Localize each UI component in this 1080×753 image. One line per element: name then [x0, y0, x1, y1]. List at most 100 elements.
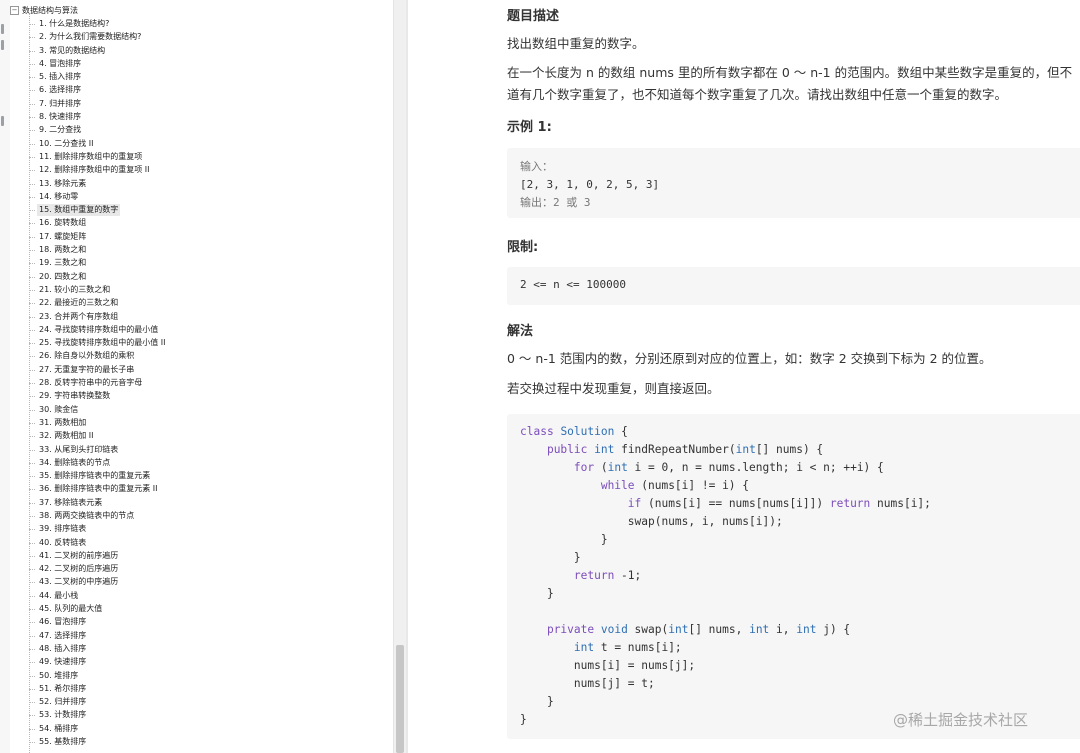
- heading-solution: 解法: [507, 324, 534, 339]
- tree-item-label: 45. 队列的最大值: [39, 604, 103, 614]
- example-block: 输入： [2, 3, 1, 0, 2, 5, 3] 输出：2 或 3: [507, 148, 1080, 218]
- tree-item[interactable]: 1. 什么是数据结构?: [10, 17, 390, 30]
- tree-item[interactable]: 16. 旋转数组: [10, 216, 390, 229]
- tree-item[interactable]: 17. 螺旋矩阵: [10, 230, 390, 243]
- tree-root-item[interactable]: − 数据结构与算法: [10, 4, 78, 17]
- tree-item[interactable]: 45. 队列的最大值: [10, 602, 390, 615]
- tree-item[interactable]: 52. 归并排序: [10, 695, 390, 708]
- code-line: public int findRepeatNumber(int[] nums) …: [520, 443, 823, 456]
- code-text: {: [614, 425, 628, 438]
- tree-item-label: 28. 反转字符串中的元音字母: [39, 378, 143, 388]
- tree-item[interactable]: 47. 选择排序: [10, 629, 390, 642]
- tree-item[interactable]: 15. 数组中重复的数字: [10, 203, 390, 217]
- limit-text: 2 <= n <= 100000: [520, 278, 626, 291]
- code-text: findRepeatNumber(: [614, 443, 736, 456]
- tree-item[interactable]: 32. 两数相加 II: [10, 429, 390, 442]
- code-line: return -1;: [520, 569, 641, 582]
- code-text: t = nums[i];: [594, 641, 682, 654]
- code-token: class: [520, 425, 554, 438]
- tree-item[interactable]: 5. 插入排序: [10, 70, 390, 83]
- tree-item[interactable]: 12. 删除排序数组中的重复项 II: [10, 163, 390, 176]
- tree-item-label: 40. 反转链表: [39, 537, 87, 547]
- tree-item-label: 52. 归并排序: [39, 697, 87, 707]
- sidebar-scrollbar-thumb[interactable]: [396, 645, 404, 753]
- tool-strip-marker: [1, 40, 4, 50]
- tree-item[interactable]: 7. 归并排序: [10, 97, 390, 110]
- tree-item[interactable]: 49. 快速排序: [10, 655, 390, 668]
- tree-item[interactable]: 4. 冒泡排序: [10, 57, 390, 70]
- code-line: }: [520, 695, 554, 708]
- tree-item[interactable]: 30. 赎金信: [10, 403, 390, 416]
- pane-divider[interactable]: [406, 0, 408, 753]
- tree-item[interactable]: 21. 较小的三数之和: [10, 283, 390, 296]
- code-line: }: [520, 551, 581, 564]
- heading-description: 题目描述: [507, 9, 560, 24]
- tree-item[interactable]: 31. 两数相加: [10, 416, 390, 429]
- collapse-toggle-icon[interactable]: −: [10, 6, 19, 15]
- tree-item[interactable]: 10. 二分查找 II: [10, 137, 390, 150]
- code-text: j) {: [816, 623, 851, 636]
- tree-item[interactable]: 11. 删除排序数组中的重复项: [10, 150, 390, 163]
- code-token: void: [600, 623, 628, 636]
- code-token: private: [546, 623, 595, 636]
- tree-item[interactable]: 38. 两两交换链表中的节点: [10, 509, 390, 522]
- tree-item[interactable]: 24. 寻找旋转排序数组中的最小值: [10, 323, 390, 336]
- tree-item[interactable]: 27. 无重复字符的最长子串: [10, 363, 390, 376]
- tree-item-label: 55. 基数排序: [39, 737, 87, 747]
- tree-item[interactable]: 48. 插入排序: [10, 642, 390, 655]
- tree-item[interactable]: 8. 快速排序: [10, 110, 390, 123]
- tree-item-label: 51. 希尔排序: [39, 683, 87, 693]
- outline-sidebar: − 数据结构与算法 1. 什么是数据结构? 2. 为什么我们需要数据结构? 3. 常…: [10, 0, 393, 753]
- tool-strip-marker: [1, 24, 4, 34]
- tree-item[interactable]: 40. 反转链表: [10, 536, 390, 549]
- tree-item[interactable]: 46. 冒泡排序: [10, 615, 390, 628]
- tree-item[interactable]: 54. 桶排序: [10, 722, 390, 735]
- tree-item[interactable]: 42. 二叉树的后序遍历: [10, 562, 390, 575]
- sidebar-scrollbar[interactable]: [393, 0, 407, 753]
- tree-item[interactable]: 3. 常见的数据结构: [10, 44, 390, 57]
- tree-item-label: 36. 删除排序链表中的重复元素 II: [39, 484, 158, 494]
- example-output: 输出：2 或 3: [520, 196, 591, 209]
- tree-item-label: 24. 寻找旋转排序数组中的最小值: [39, 324, 159, 334]
- tree-item[interactable]: 39. 排序链表: [10, 522, 390, 535]
- tree-item-label: 8. 快速排序: [39, 112, 82, 122]
- tree-item[interactable]: 20. 四数之和: [10, 270, 390, 283]
- tree-item[interactable]: 36. 删除排序链表中的重复元素 II: [10, 482, 390, 495]
- tree-item[interactable]: 23. 合并两个有序数组: [10, 310, 390, 323]
- code-line: class Solution {: [520, 425, 628, 438]
- code-text: (nums[i] != i) {: [634, 479, 750, 492]
- tree-item[interactable]: 44. 最小栈: [10, 589, 390, 602]
- tree-item[interactable]: 25. 寻找旋转排序数组中的最小值 II: [10, 336, 390, 349]
- tree-item[interactable]: 13. 移除元素: [10, 177, 390, 190]
- tree-item[interactable]: 33. 从尾到头打印链表: [10, 443, 390, 456]
- heading-limit: 限制:: [507, 240, 539, 255]
- tree-item[interactable]: 18. 两数之和: [10, 243, 390, 256]
- code-text: nums[i] = nums[j];: [520, 659, 696, 672]
- tree-item[interactable]: 51. 希尔排序: [10, 682, 390, 695]
- tree-item[interactable]: 43. 二叉树的中序遍历: [10, 575, 390, 588]
- tree-item[interactable]: 55. 基数排序: [10, 735, 390, 748]
- tree-item[interactable]: 28. 反转字符串中的元音字母: [10, 376, 390, 389]
- code-text: i,: [769, 623, 797, 636]
- tree-item[interactable]: 53. 计数排序: [10, 708, 390, 721]
- tree-item[interactable]: 37. 移除链表元素: [10, 496, 390, 509]
- tree-item[interactable]: 19. 三数之和: [10, 256, 390, 269]
- tree-item[interactable]: 35. 删除排序链表中的重复元素: [10, 469, 390, 482]
- tree-item[interactable]: 50. 堆排序: [10, 669, 390, 682]
- tree-item[interactable]: 41. 二叉树的前序遍历: [10, 549, 390, 562]
- tree-item[interactable]: 2. 为什么我们需要数据结构?: [10, 30, 390, 43]
- tree-item[interactable]: 22. 最接近的三数之和: [10, 296, 390, 309]
- code-text: nums[i];: [870, 497, 931, 510]
- code-listing: class Solution { public int findRepeatNu…: [507, 414, 1080, 729]
- tree-item[interactable]: 29. 字符串转换整数: [10, 389, 390, 402]
- tree-item[interactable]: 6. 选择排序: [10, 83, 390, 96]
- tree-item[interactable]: 34. 删除链表的节点: [10, 456, 390, 469]
- tree-item[interactable]: 26. 除自身以外数组的乘积: [10, 349, 390, 362]
- example-input-value: [2, 3, 1, 0, 2, 5, 3]: [520, 178, 660, 191]
- tree-item[interactable]: 9. 二分查找: [10, 123, 390, 136]
- tree-item[interactable]: 14. 移动零: [10, 190, 390, 203]
- code-token: return: [573, 569, 615, 582]
- code-line: }: [520, 713, 527, 726]
